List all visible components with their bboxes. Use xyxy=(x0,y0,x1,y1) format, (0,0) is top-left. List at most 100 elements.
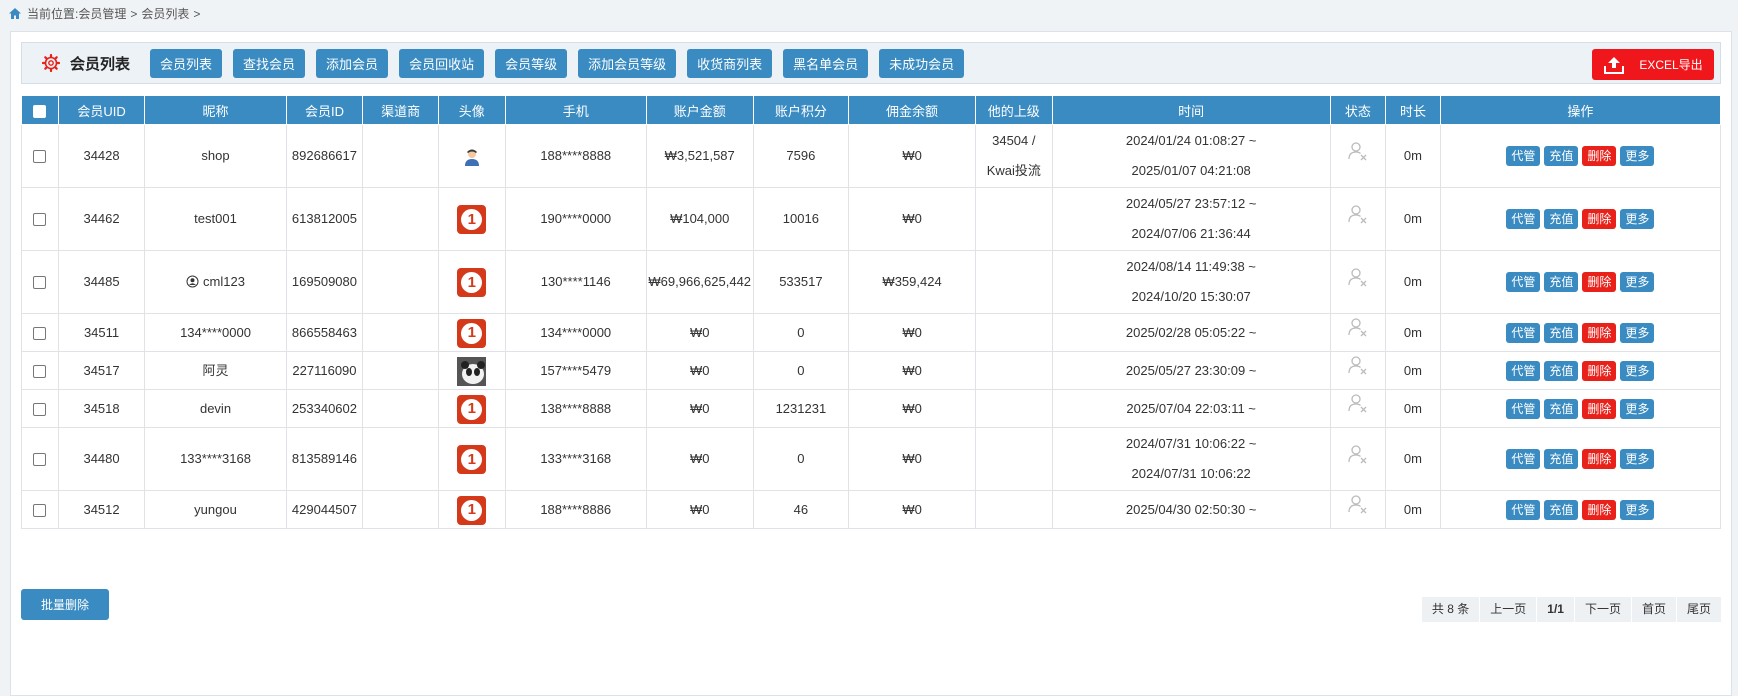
select-all-checkbox[interactable] xyxy=(33,104,47,118)
manage-button[interactable]: 代管 xyxy=(1506,209,1541,229)
row-select[interactable] xyxy=(21,490,59,529)
delete-button[interactable]: 删除 xyxy=(1582,272,1617,292)
balance-text: ₩0 xyxy=(689,501,710,517)
recharge-button[interactable]: 充值 xyxy=(1544,499,1579,520)
cell-uid: 34517 xyxy=(57,351,146,390)
blacklist-member-button[interactable]: 黑名单会员 xyxy=(783,48,869,78)
pager-next-button[interactable]: 下一页 xyxy=(1574,597,1631,622)
select-all-header[interactable] xyxy=(21,95,59,125)
cell-points: 10016 xyxy=(752,187,850,251)
cell-points: 0 xyxy=(752,351,850,390)
row-select[interactable] xyxy=(21,389,59,428)
points-text: 46 xyxy=(793,501,809,517)
table-row: 34517 阿灵 227116090 157****5479 ₩0 0 ₩0 2025/05/… xyxy=(21,351,1722,390)
more-button[interactable]: 更多 xyxy=(1620,209,1655,229)
more-button[interactable]: 更多 xyxy=(1620,398,1655,419)
avatar xyxy=(457,356,487,386)
home-icon[interactable] xyxy=(8,7,22,20)
time-start: 2025/02/28 05:05:22 ~ xyxy=(1125,324,1257,340)
delete-button[interactable]: 删除 xyxy=(1582,322,1617,343)
recharge-button[interactable]: 充值 xyxy=(1544,146,1579,166)
cell-avatar: 1 xyxy=(437,187,506,251)
row-checkbox[interactable] xyxy=(33,402,47,416)
recharge-button[interactable]: 充值 xyxy=(1544,360,1579,381)
balance-text: ₩0 xyxy=(689,451,710,466)
gear-icon xyxy=(42,54,60,72)
recharge-button[interactable]: 充值 xyxy=(1544,322,1579,343)
member-list-button[interactable]: 会员列表 xyxy=(150,48,223,78)
user-offline-icon xyxy=(1348,141,1367,160)
recharge-button[interactable]: 充值 xyxy=(1544,449,1579,469)
balance-text: ₩3,521,587 xyxy=(664,148,735,163)
cell-points: 46 xyxy=(752,490,850,529)
more-button[interactable]: 更多 xyxy=(1620,322,1655,343)
row-select[interactable] xyxy=(21,427,59,491)
more-button[interactable]: 更多 xyxy=(1620,360,1655,381)
row-select[interactable] xyxy=(21,313,59,352)
manage-button[interactable]: 代管 xyxy=(1506,146,1541,166)
unsuccessful-member-button[interactable]: 未成功会员 xyxy=(879,48,965,78)
row-checkbox[interactable] xyxy=(33,213,47,227)
manage-button[interactable]: 代管 xyxy=(1506,499,1541,520)
cell-duration: 0m xyxy=(1385,351,1441,390)
delete-button[interactable]: 删除 xyxy=(1582,360,1617,381)
delete-button[interactable]: 删除 xyxy=(1582,398,1617,419)
recharge-button[interactable]: 充值 xyxy=(1544,272,1579,292)
time-start: 2025/04/30 02:50:30 ~ xyxy=(1125,501,1257,517)
excel-export-button[interactable]: EXCEL导出 xyxy=(1592,49,1714,80)
consignee-list-button[interactable]: 收货商列表 xyxy=(687,48,773,78)
breadcrumb-item-member-list[interactable]: 会员列表 xyxy=(141,5,189,22)
row-checkbox[interactable] xyxy=(33,150,47,164)
manage-button[interactable]: 代管 xyxy=(1506,360,1541,381)
duration-text: 0m xyxy=(1403,362,1422,378)
breadcrumb-separator: > xyxy=(130,6,138,21)
pager-prev-button[interactable]: 上一页 xyxy=(1480,597,1537,622)
pager-first-button[interactable]: 首页 xyxy=(1631,597,1676,622)
bulk-delete-button[interactable]: 批量删除 xyxy=(21,589,109,620)
row-select[interactable] xyxy=(21,250,59,314)
manage-button[interactable]: 代管 xyxy=(1506,449,1541,469)
more-button[interactable]: 更多 xyxy=(1620,499,1655,520)
row-checkbox[interactable] xyxy=(33,364,47,378)
manage-button[interactable]: 代管 xyxy=(1506,398,1541,419)
more-button[interactable]: 更多 xyxy=(1620,272,1655,292)
delete-button[interactable]: 删除 xyxy=(1582,209,1617,229)
balance-text: ₩69,966,625,442 xyxy=(648,274,752,289)
more-button[interactable]: 更多 xyxy=(1620,449,1655,469)
row-checkbox[interactable] xyxy=(33,453,47,467)
time-start: 2024/05/27 23:57:12 ~ xyxy=(1125,196,1257,211)
balance-text: ₩0 xyxy=(689,362,710,378)
points-text: 1231231 xyxy=(775,400,827,416)
row-select[interactable] xyxy=(21,124,59,188)
header-parent: 他的上级 xyxy=(974,95,1053,125)
cell-channel xyxy=(362,250,439,314)
find-member-button[interactable]: 查找会员 xyxy=(233,48,306,78)
manage-button[interactable]: 代管 xyxy=(1506,272,1541,292)
pager-last-button[interactable]: 尾页 xyxy=(1676,597,1721,622)
nickname-text: devin xyxy=(199,400,232,416)
cell-member-id: 866558463 xyxy=(285,313,364,352)
breadcrumb-item-member-management[interactable]: 会员管理 xyxy=(78,5,126,22)
add-member-level-button[interactable]: 添加会员等级 xyxy=(578,48,677,78)
more-button[interactable]: 更多 xyxy=(1620,146,1655,166)
cell-commission: ₩0 xyxy=(848,187,976,251)
add-member-button[interactable]: 添加会员 xyxy=(316,48,389,78)
member-recycle-bin-button[interactable]: 会员回收站 xyxy=(399,48,485,78)
recharge-button[interactable]: 充值 xyxy=(1544,209,1579,229)
cell-actions: 代管 充值 删除 更多 xyxy=(1439,351,1722,390)
row-select[interactable] xyxy=(21,351,59,390)
pager-total: 共 8 条 xyxy=(1421,597,1480,622)
delete-button[interactable]: 删除 xyxy=(1582,146,1617,166)
breadcrumb-separator: > xyxy=(193,6,201,21)
delete-button[interactable]: 删除 xyxy=(1582,449,1617,469)
delete-button[interactable]: 删除 xyxy=(1582,499,1617,520)
row-select[interactable] xyxy=(21,187,59,251)
row-checkbox[interactable] xyxy=(33,326,47,340)
member-level-button[interactable]: 会员等级 xyxy=(495,48,568,78)
row-checkbox[interactable] xyxy=(33,276,47,290)
manage-button[interactable]: 代管 xyxy=(1506,322,1541,343)
cell-actions: 代管 充值 删除 更多 xyxy=(1439,389,1722,428)
recharge-button[interactable]: 充值 xyxy=(1544,398,1579,419)
row-checkbox[interactable] xyxy=(33,503,47,517)
avatar-glyph: 1 xyxy=(461,398,483,420)
